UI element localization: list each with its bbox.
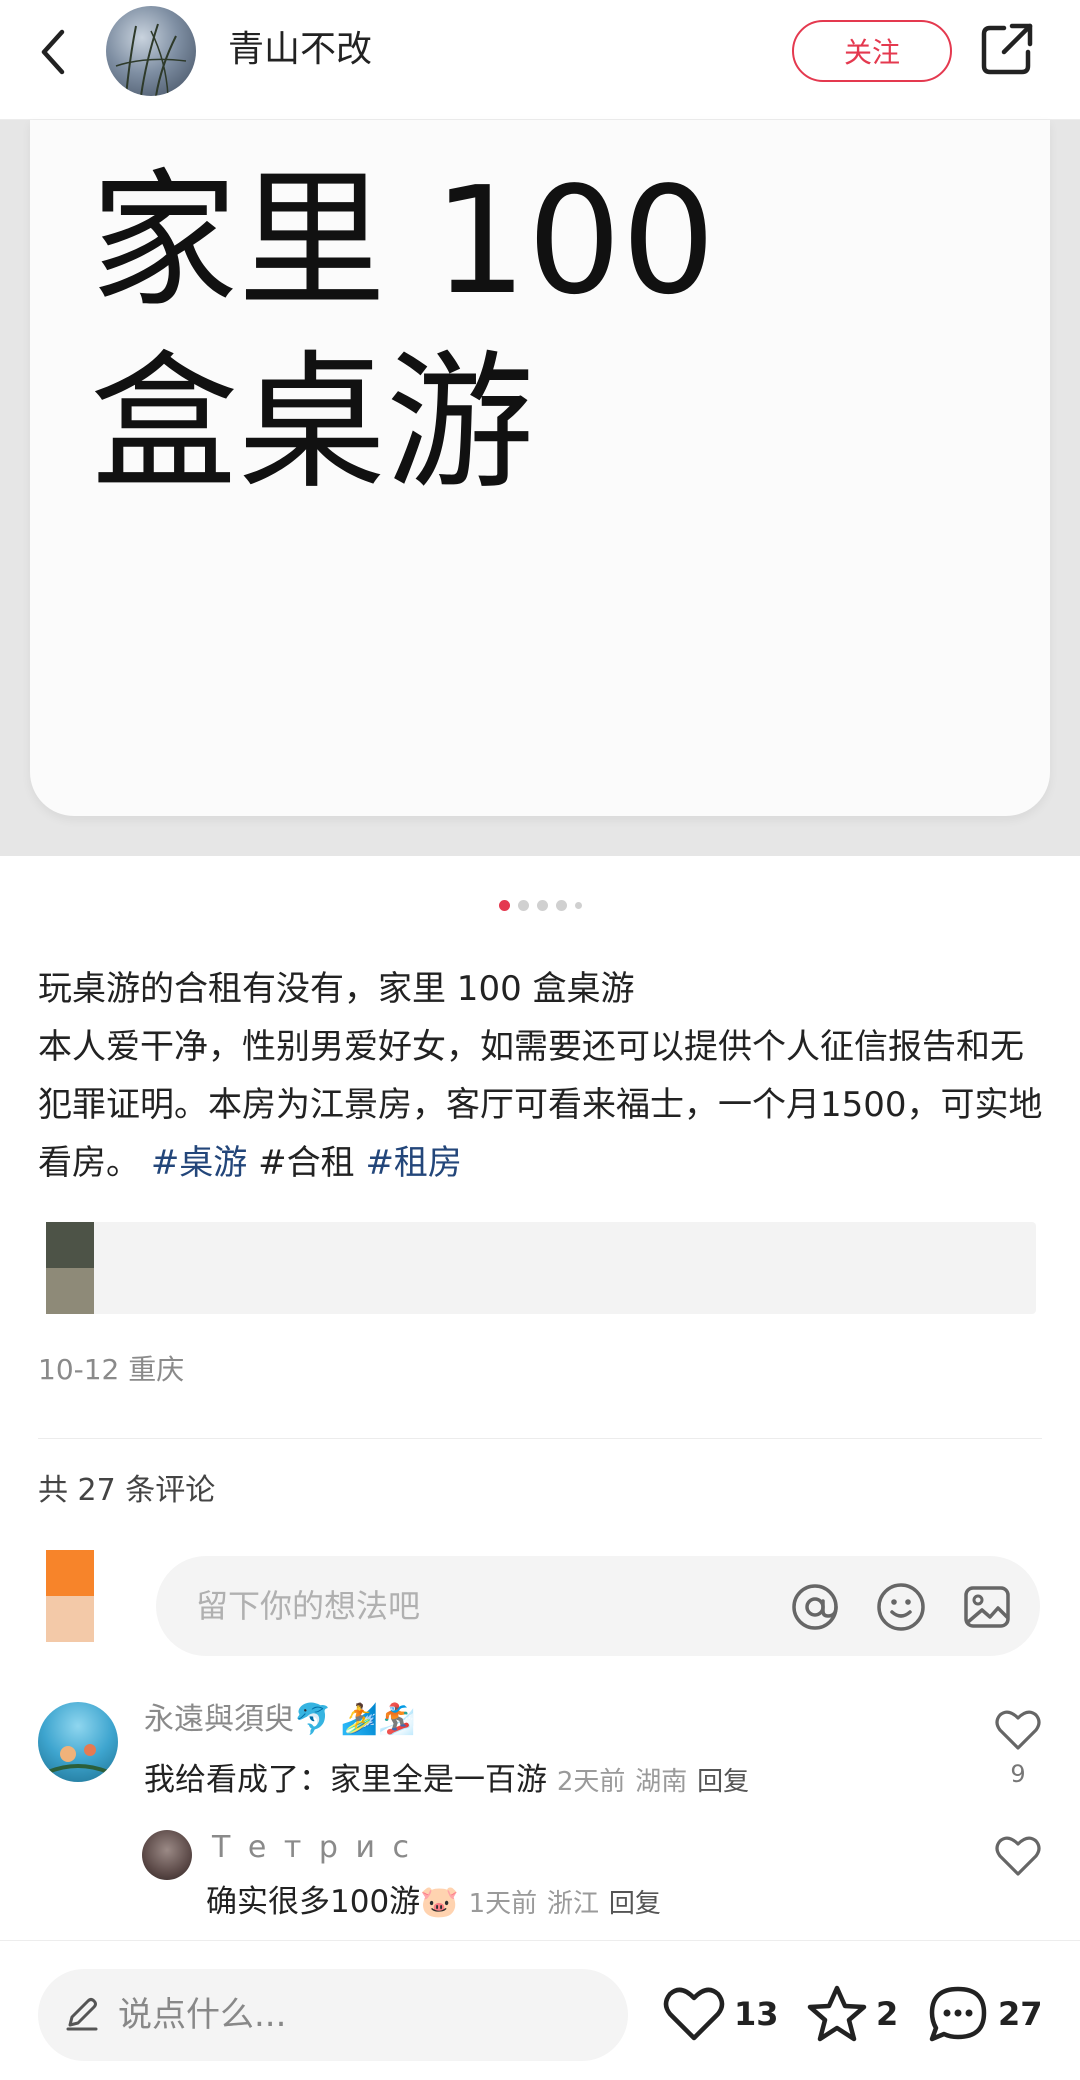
say-something-input[interactable]: 说点什么... <box>38 1969 628 2061</box>
my-avatar <box>46 1596 94 1642</box>
commenter-avatar[interactable] <box>38 1702 118 1782</box>
bottom-action-bar: 说点什么... 13 2 27 <box>0 1940 1080 2080</box>
avatar-underwater-image <box>47 1744 109 1774</box>
like-button[interactable]: 13 <box>662 1979 779 2049</box>
comment-like-icon[interactable] <box>994 1708 1042 1752</box>
comment-input[interactable]: 留下你的想法吧 <box>156 1556 1040 1656</box>
post-image: 家里 100 盒桌游 <box>30 120 1050 816</box>
comment-button[interactable]: 27 <box>926 1979 1043 2049</box>
post-content: 玩桌游的合租有没有，家里 100 盒桌游 本人爱干净，性别男爱好女，如需要还可以… <box>38 960 1048 1192</box>
reply-button[interactable]: 回复 <box>609 1889 661 1919</box>
image-icon[interactable] <box>960 1580 1014 1634</box>
comment-text-row: 确实很多100游🐷 1天前 浙江 回复 <box>206 1880 661 1926</box>
carousel-dot <box>498 900 510 911</box>
comment-count: 27 <box>998 1995 1043 2033</box>
reply-button[interactable]: 回复 <box>697 1767 749 1797</box>
back-button[interactable] <box>28 22 78 82</box>
chevron-left-icon <box>41 29 65 75</box>
post-image-carousel[interactable]: 家里 100 盒桌游 <box>0 120 1080 856</box>
image-text-line-2: 盒桌游 <box>90 337 534 509</box>
top-nav-bar: 青山不改 关注 <box>0 0 1080 120</box>
comment-text: 确实很多100游🐷 <box>206 1884 459 1920</box>
commenter-avatar[interactable] <box>142 1830 192 1880</box>
commenter-name[interactable]: Т е т р и с <box>212 1828 413 1868</box>
blurred-content-bar <box>46 1222 1036 1314</box>
avatar-grass-image <box>115 23 187 96</box>
comment-input-placeholder: 留下你的想法吧 <box>196 1587 421 1625</box>
star-icon <box>807 1985 867 2042</box>
image-text-line-1: 家里 100 <box>90 155 716 327</box>
comment-like-icon[interactable] <box>994 1834 1042 1878</box>
hashtag-link[interactable]: #租房 <box>365 1143 462 1183</box>
hashtag-link[interactable]: #桌游 <box>151 1143 248 1183</box>
say-something-placeholder: 说点什么... <box>118 1995 287 2035</box>
post-title: 玩桌游的合租有没有，家里 100 盒桌游 <box>38 969 635 1009</box>
comment-like-count: 9 <box>1010 1760 1026 1788</box>
emoji-icon[interactable] <box>874 1580 928 1634</box>
pen-icon <box>66 1998 98 2031</box>
share-icon <box>981 23 1033 75</box>
carousel-dot <box>555 900 567 911</box>
comment-text: 我给看成了：家里全是一百游 <box>144 1762 547 1798</box>
hashtag-link[interactable]: #合租 <box>258 1143 355 1183</box>
comment-bubble-icon <box>929 1986 987 2042</box>
blurred-thumbnail <box>46 1268 94 1314</box>
collect-button[interactable]: 2 <box>806 1979 898 2049</box>
carousel-dot <box>574 902 582 909</box>
comment-count-label: 共 27 条评论 <box>38 1473 216 1508</box>
mention-icon[interactable] <box>788 1580 842 1634</box>
carousel-dot <box>517 900 529 911</box>
share-button[interactable] <box>978 20 1036 78</box>
carousel-dot <box>536 900 548 911</box>
post-date-location: 10-12 重庆 <box>38 1353 185 1386</box>
like-count: 13 <box>734 1995 779 2033</box>
commenter-name[interactable]: 永遠與須臾🐬 🏄🏂 <box>144 1700 416 1740</box>
divider <box>38 1438 1042 1439</box>
comment-location: 湖南 <box>635 1767 688 1797</box>
author-name[interactable]: 青山不改 <box>228 26 372 74</box>
blurred-thumbnail <box>46 1222 94 1268</box>
follow-button[interactable]: 关注 <box>792 20 952 82</box>
comment-time: 2天前 <box>556 1767 626 1797</box>
carousel-indicator <box>0 900 1080 911</box>
image-text: 家里 100 盒桌游 <box>90 150 990 514</box>
my-avatar <box>46 1550 94 1596</box>
comment-text-row: 我给看成了：家里全是一百游 2天前 湖南 回复 <box>144 1758 749 1804</box>
heart-icon <box>663 1987 725 2041</box>
author-avatar[interactable] <box>106 6 196 96</box>
collect-count: 2 <box>876 1995 899 2033</box>
comment-location: 浙江 <box>547 1889 600 1919</box>
comment-time: 1天前 <box>468 1889 538 1919</box>
